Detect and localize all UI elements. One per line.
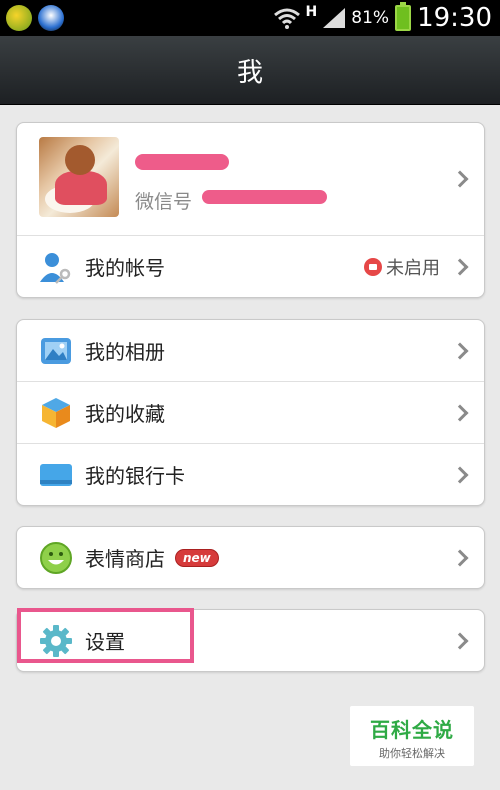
menu-item-label: 我的相册 [85, 340, 165, 364]
menu-item-sticker-store[interactable]: 表情商店 new [17, 527, 484, 588]
new-badge: new [175, 548, 219, 567]
menu-card: 我的相册 我的收藏 我的银行卡 [16, 319, 485, 506]
redacted-wechat-id [202, 190, 327, 204]
battery-percent: 81% [351, 8, 390, 28]
profile-row[interactable]: 微信号 [17, 123, 484, 235]
chevron-right-icon [451, 258, 469, 275]
chevron-right-icon [451, 170, 469, 188]
chevron-right-icon [451, 404, 469, 421]
menu-item-label: 我的银行卡 [85, 464, 185, 488]
account-row[interactable]: 我的帐号 未启用 [17, 235, 484, 297]
watermark-title: 百科全说 [370, 718, 454, 742]
menu-item-album[interactable]: 我的相册 [17, 320, 484, 381]
battery-icon [395, 2, 412, 31]
network-type: H [305, 4, 318, 20]
watermark: 百科全说 助你轻松解决 [350, 706, 474, 766]
page-title: 我 [236, 57, 263, 88]
chevron-right-icon [451, 342, 469, 359]
menu-item-label: 我的收藏 [85, 402, 165, 426]
chevron-right-icon [451, 632, 469, 649]
wifi-icon [273, 8, 300, 29]
profile-card: 微信号 我的帐号 未启用 [16, 122, 485, 298]
bank-card-icon [40, 463, 72, 486]
menu-item-bank-card[interactable]: 我的银行卡 [17, 443, 484, 505]
chevron-right-icon [451, 549, 469, 566]
redacted-nickname [135, 154, 229, 170]
account-label: 我的帐号 [85, 256, 165, 280]
chevron-right-icon [451, 466, 469, 483]
app-notification-icon [6, 5, 32, 31]
title-bar: 我 [0, 36, 500, 105]
lock-icon [364, 257, 382, 276]
smiley-icon [40, 541, 72, 574]
status-bar: H 81% 19:30 [0, 0, 500, 36]
photo-album-icon [41, 337, 71, 364]
avatar [39, 137, 119, 217]
clock: 19:30 [417, 3, 492, 33]
watermark-subtitle: 助你轻松解决 [379, 747, 445, 760]
sticker-card: 表情商店 new [16, 526, 485, 589]
account-status: 未启用 [364, 254, 440, 280]
signal-icon [323, 8, 346, 28]
menu-item-favorites[interactable]: 我的收藏 [17, 381, 484, 443]
qq-notification-icon [38, 5, 64, 31]
menu-item-label: 表情商店 [85, 547, 165, 571]
favorites-box-icon [42, 397, 70, 428]
wechat-id-label: 微信号 [135, 191, 193, 213]
settings-highlight-box [17, 608, 194, 663]
account-key-icon [40, 252, 71, 284]
account-status-text: 未启用 [386, 257, 440, 279]
